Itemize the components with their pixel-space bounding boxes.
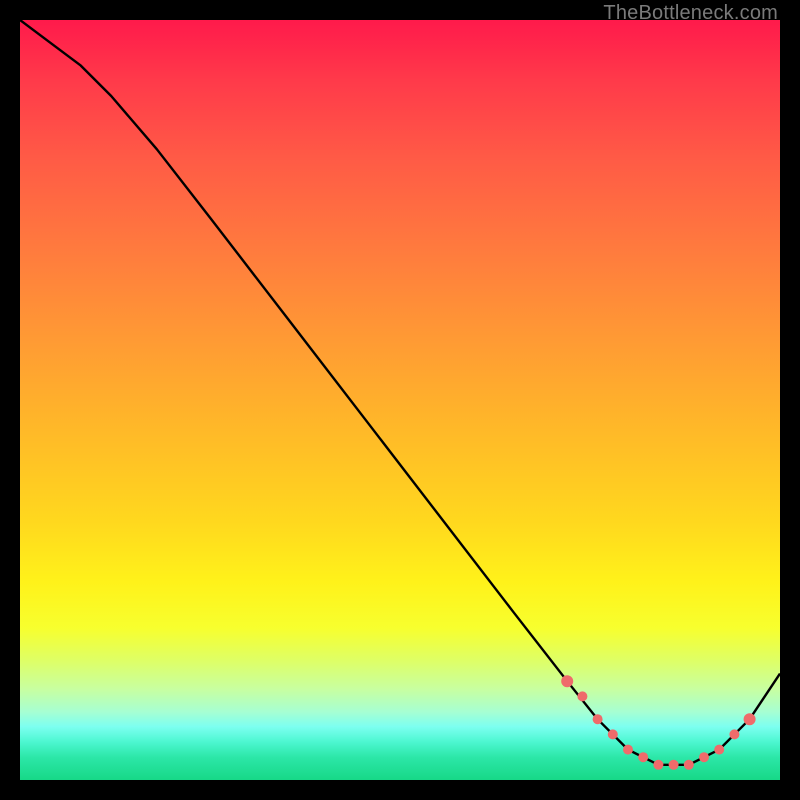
highlight-dots-group — [561, 675, 755, 770]
highlight-dot — [653, 760, 663, 770]
highlight-dot — [729, 729, 739, 739]
highlight-dot — [577, 691, 587, 701]
highlight-dot — [623, 745, 633, 755]
highlight-dot — [684, 760, 694, 770]
highlight-dot — [714, 745, 724, 755]
highlight-dot — [561, 675, 573, 687]
highlight-dot — [638, 752, 648, 762]
highlight-dot — [699, 752, 709, 762]
curve-layer — [20, 20, 780, 780]
highlight-dot — [608, 729, 618, 739]
highlight-dot — [669, 760, 679, 770]
highlight-dot — [593, 714, 603, 724]
highlight-dot — [744, 713, 756, 725]
chart-stage: TheBottleneck.com — [0, 0, 800, 800]
plot-area — [20, 20, 780, 780]
bottleneck-curve-path — [20, 20, 780, 765]
